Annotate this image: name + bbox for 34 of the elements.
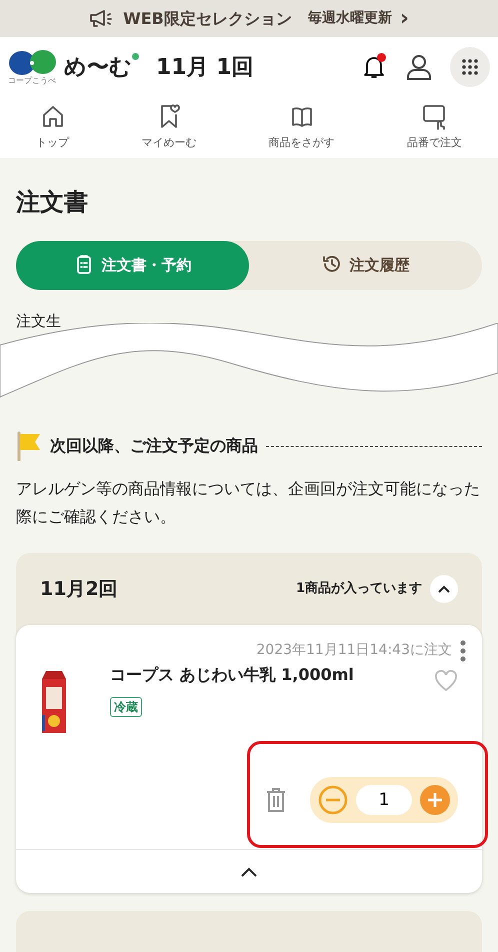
brand-dot [132, 52, 139, 60]
logo-icon [8, 50, 56, 76]
info-note: アレルゲン等の商品情報については、企画回が注文可能になった際にご確認ください。 [16, 478, 481, 528]
nav-tab[interactable]: トップ [0, 97, 106, 158]
logo-caption: コープこうべ [8, 76, 56, 84]
grid-icon [459, 56, 481, 78]
partial-text: 注文生 [16, 314, 62, 329]
menu-button[interactable] [450, 47, 490, 87]
banner-text: WEB限定セレクション [123, 8, 292, 30]
account-button[interactable] [404, 52, 434, 82]
flag-icon [16, 430, 42, 461]
storage-tag: 冷蔵 [110, 696, 142, 717]
section-heading: 次回以降、ご注文予定の商品 [50, 434, 258, 457]
order-date: 2023年11月11日14:43に注文 [256, 641, 452, 660]
banner-link[interactable]: 毎週水曜更新 [308, 8, 392, 29]
page-title: 注文書 [16, 188, 89, 217]
nav-tab[interactable]: 品番で注文 [370, 97, 498, 158]
group-title: 11月2回 [40, 576, 118, 602]
increase-button[interactable] [420, 784, 450, 815]
delete-button[interactable] [266, 787, 286, 812]
tab[interactable]: 注文履歴 [249, 240, 482, 290]
chevron-up-icon [438, 584, 450, 593]
nav-tab[interactable]: マイめーむ [105, 97, 232, 158]
more-button[interactable] [460, 638, 466, 663]
brand-name: め〜む [64, 54, 132, 80]
chevron-up-icon [241, 866, 257, 877]
tab[interactable]: 注文書・予約 [16, 240, 249, 290]
product-name: コープス あじわい牛乳 1,000ml [110, 664, 354, 686]
nav-tab[interactable]: 商品をさがす [232, 97, 371, 158]
collapse-button[interactable] [430, 574, 458, 603]
order-round: 11月 1回 [156, 54, 254, 82]
item-count: 1商品が入っています [296, 580, 422, 598]
chevron-icon: › [400, 8, 409, 30]
quantity-field[interactable]: 1 [356, 784, 412, 815]
